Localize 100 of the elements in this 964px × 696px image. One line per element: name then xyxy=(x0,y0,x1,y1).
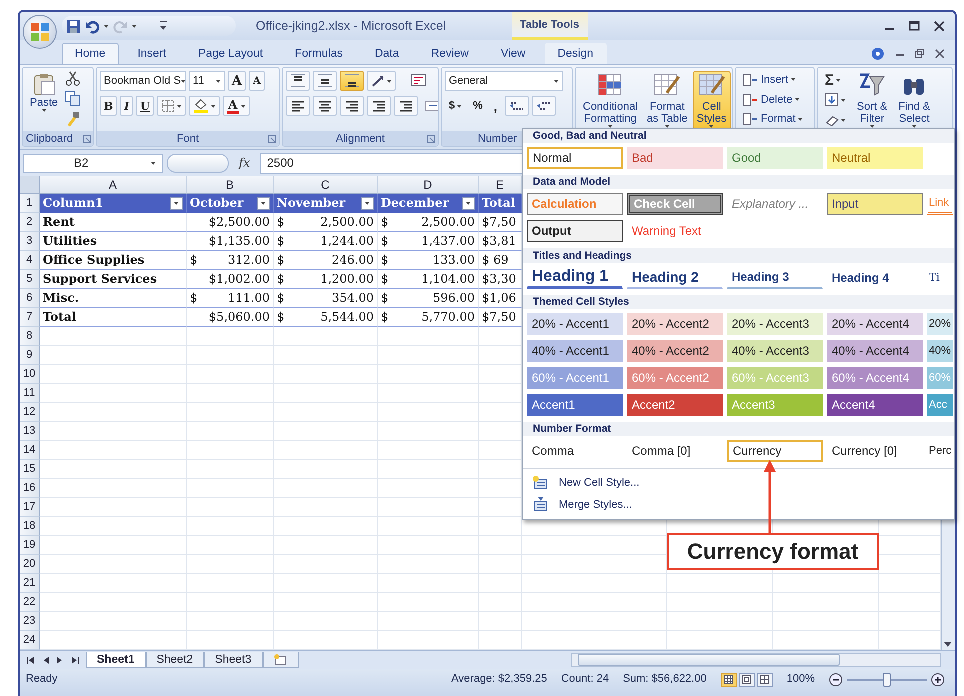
borders-button[interactable] xyxy=(157,96,186,116)
cell-style-option[interactable]: Neutral xyxy=(827,147,923,170)
font-size-field[interactable]: 11 xyxy=(189,71,225,91)
launcher-icon[interactable] xyxy=(427,135,435,143)
style-button[interactable]: Conditional Formatting xyxy=(579,71,642,131)
row-header[interactable]: 3 xyxy=(20,232,40,251)
view-button[interactable] xyxy=(738,673,755,687)
zoom-out-icon[interactable] xyxy=(829,673,843,687)
empty-cell[interactable] xyxy=(667,574,773,593)
empty-cell[interactable] xyxy=(378,517,479,536)
row-header[interactable]: 15 xyxy=(20,460,40,479)
row-header[interactable]: 16 xyxy=(20,479,40,498)
filter-button[interactable] xyxy=(361,196,374,210)
menu-item[interactable]: New Cell Style... xyxy=(533,475,944,492)
empty-cell[interactable] xyxy=(479,593,522,612)
empty-cell[interactable] xyxy=(187,346,274,365)
empty-cell[interactable] xyxy=(773,574,879,593)
filter-button[interactable] xyxy=(170,196,183,210)
insert-sheet-button[interactable] xyxy=(262,652,299,668)
ribbon-tab[interactable]: View xyxy=(488,43,539,64)
sort-filter-button[interactable]: Sort & Filter xyxy=(853,71,892,131)
cell-style-option[interactable]: Currency xyxy=(727,440,823,462)
horizontal-scrollbar[interactable] xyxy=(571,653,941,667)
empty-cell[interactable] xyxy=(378,422,479,441)
find-select-button[interactable]: Find & Select xyxy=(894,71,934,131)
sheet-nav-icon[interactable] xyxy=(71,656,80,664)
empty-cell[interactable] xyxy=(274,327,378,346)
cell-style-option[interactable]: 20% - Accent4 xyxy=(827,312,923,335)
customize-icon[interactable] xyxy=(159,21,168,31)
zoom-in-icon[interactable] xyxy=(931,673,945,687)
close-icon[interactable] xyxy=(935,49,945,59)
row-header[interactable]: 24 xyxy=(20,631,40,650)
empty-cell[interactable] xyxy=(378,536,479,555)
empty-cell[interactable] xyxy=(274,612,378,631)
cell-style-option[interactable]: 20% - Accent1 xyxy=(527,312,623,335)
fill-color-button[interactable] xyxy=(189,96,220,116)
cell-style-option[interactable]: Explanatory ... xyxy=(727,193,823,216)
cells-command[interactable]: Delete xyxy=(739,90,804,108)
cell-style-option[interactable]: 40% - Accent3 xyxy=(727,340,823,362)
cell-style-option[interactable]: Accent1 xyxy=(527,394,623,416)
empty-cell[interactable] xyxy=(187,422,274,441)
cells-command[interactable]: Insert xyxy=(739,71,800,89)
empty-cell[interactable] xyxy=(378,384,479,403)
launcher-icon[interactable] xyxy=(83,135,91,143)
sheet-tab[interactable]: Sheet2 xyxy=(146,652,204,668)
empty-cell[interactable] xyxy=(187,327,274,346)
empty-cell[interactable] xyxy=(378,555,479,574)
ribbon-tab[interactable]: Design xyxy=(544,43,607,64)
empty-cell[interactable] xyxy=(479,536,522,555)
copy-icon[interactable] xyxy=(65,91,82,107)
cell-style-option[interactable]: 40% - Accent2 xyxy=(627,340,723,362)
empty-cell[interactable] xyxy=(479,574,522,593)
row-header[interactable]: 23 xyxy=(20,612,40,631)
empty-cell[interactable] xyxy=(274,346,378,365)
horizontal-align-button[interactable] xyxy=(286,96,310,116)
ribbon-tab[interactable]: Home xyxy=(62,43,119,64)
empty-cell[interactable] xyxy=(773,612,879,631)
ribbon-tab[interactable]: Formulas xyxy=(282,43,356,64)
empty-cell[interactable] xyxy=(187,536,274,555)
empty-cell[interactable] xyxy=(274,460,378,479)
empty-cell[interactable] xyxy=(667,593,773,612)
comma-button[interactable]: , xyxy=(490,96,502,116)
cell-style-option[interactable]: Output xyxy=(527,220,623,242)
empty-cell[interactable] xyxy=(187,593,274,612)
empty-cell[interactable] xyxy=(378,365,479,384)
ribbon-tab[interactable]: Review xyxy=(418,43,482,64)
row-header[interactable]: 1 xyxy=(20,194,40,213)
style-button[interactable]: Format as Table xyxy=(643,71,692,131)
row-header[interactable]: 19 xyxy=(20,536,40,555)
indent-button[interactable] xyxy=(367,96,391,116)
font-name-field[interactable]: Bookman Old S xyxy=(100,71,186,91)
cell-style-option[interactable]: 40% - Accent4 xyxy=(827,340,923,362)
undo-icon[interactable] xyxy=(85,18,100,34)
empty-cell[interactable] xyxy=(274,384,378,403)
row-header[interactable]: 6 xyxy=(20,289,40,308)
cell-style-option[interactable]: Warning Text xyxy=(627,220,723,242)
empty-cell[interactable] xyxy=(274,498,378,517)
empty-cell[interactable] xyxy=(378,574,479,593)
row-header[interactable]: 2 xyxy=(20,213,40,232)
empty-cell[interactable] xyxy=(187,365,274,384)
empty-cell[interactable] xyxy=(378,460,479,479)
sheet-tab[interactable]: Sheet3 xyxy=(204,652,263,668)
vertical-align-button[interactable] xyxy=(340,71,364,91)
cell-style-option[interactable]: Comma xyxy=(527,440,623,462)
empty-cell[interactable] xyxy=(479,555,522,574)
indent-button[interactable] xyxy=(394,96,418,116)
redo-icon[interactable] xyxy=(113,18,128,34)
empty-cell[interactable] xyxy=(479,517,522,536)
cell-style-option[interactable]: Accent2 xyxy=(627,394,723,416)
cell-style-option[interactable]: Bad xyxy=(627,147,723,170)
cell-style-option[interactable]: 40% xyxy=(927,340,953,362)
empty-cell[interactable] xyxy=(378,612,479,631)
empty-cell[interactable] xyxy=(378,479,479,498)
row-header[interactable]: 11 xyxy=(20,384,40,403)
row-header[interactable]: 7 xyxy=(20,308,40,327)
autosum-button[interactable]: Σ xyxy=(821,71,850,89)
empty-cell[interactable] xyxy=(378,403,479,422)
grow-font-button[interactable]: A xyxy=(228,71,246,91)
cell-style-option[interactable]: 20% - Accent3 xyxy=(727,312,823,335)
view-button[interactable] xyxy=(756,673,773,687)
